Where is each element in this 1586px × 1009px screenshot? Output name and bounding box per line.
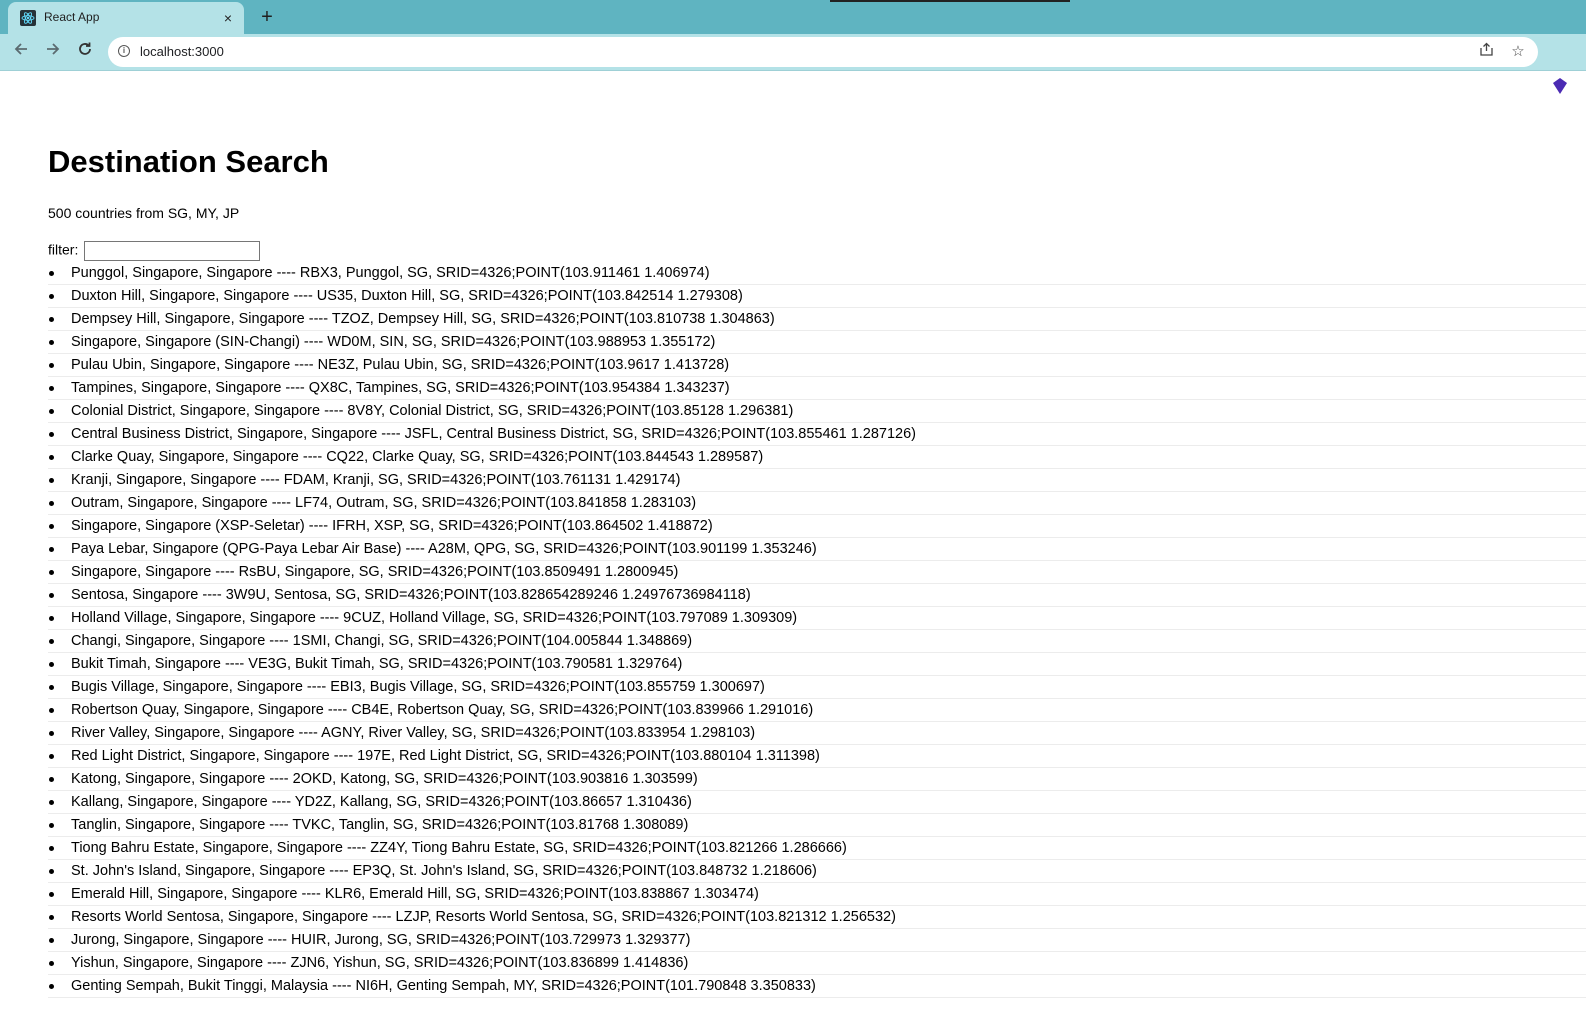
list-item: Pulau Ubin, Singapore, Singapore ---- NE…: [48, 354, 1586, 377]
list-item: Bugis Village, Singapore, Singapore ----…: [48, 676, 1586, 699]
list-item: Singapore, Singapore (SIN-Changi) ---- W…: [48, 331, 1586, 354]
browser-tab[interactable]: React App ×: [8, 2, 244, 34]
close-tab-icon[interactable]: ×: [220, 10, 236, 26]
filter-label: filter:: [48, 241, 79, 258]
reload-icon[interactable]: [74, 41, 96, 63]
list-item: Jurong, Singapore, Singapore ---- HUIR, …: [48, 929, 1586, 952]
list-item: Emerald Hill, Singapore, Singapore ---- …: [48, 883, 1586, 906]
list-item: Clarke Quay, Singapore, Singapore ---- C…: [48, 446, 1586, 469]
react-icon: [20, 10, 36, 26]
list-item: Genting Sempah, Bukit Tinggi, Malaysia -…: [48, 975, 1586, 998]
address-url[interactable]: localhost:3000: [140, 44, 224, 59]
list-item: Central Business District, Singapore, Si…: [48, 423, 1586, 446]
browser-tab-strip: React App × +: [0, 0, 1586, 34]
browser-toolbar: i localhost:3000 ☆: [0, 34, 1586, 94]
list-item: Singapore, Singapore (XSP-Seletar) ---- …: [48, 515, 1586, 538]
back-arrow-icon[interactable]: [10, 41, 32, 63]
list-item: Dempsey Hill, Singapore, Singapore ---- …: [48, 308, 1586, 331]
list-item: Katong, Singapore, Singapore ---- 2OKD, …: [48, 768, 1586, 791]
destination-list: Punggol, Singapore, Singapore ---- RBX3,…: [48, 262, 1586, 998]
list-item: Holland Village, Singapore, Singapore --…: [48, 607, 1586, 630]
extension-icon[interactable]: [1550, 76, 1570, 96]
filter-row: filter:: [48, 241, 261, 261]
list-item: Tiong Bahru Estate, Singapore, Singapore…: [48, 837, 1586, 860]
new-tab-button[interactable]: +: [256, 6, 278, 28]
filter-input[interactable]: [84, 241, 261, 261]
address-bar[interactable]: i localhost:3000 ☆: [108, 37, 1538, 67]
list-item: Red Light District, Singapore, Singapore…: [48, 745, 1586, 768]
list-item: Outram, Singapore, Singapore ---- LF74, …: [48, 492, 1586, 515]
list-item: Tampines, Singapore, Singapore ---- QX8C…: [48, 377, 1586, 400]
list-item: River Valley, Singapore, Singapore ---- …: [48, 722, 1586, 745]
list-item: Sentosa, Singapore ---- 3W9U, Sentosa, S…: [48, 584, 1586, 607]
site-info-icon[interactable]: i: [118, 45, 130, 57]
list-item: Tanglin, Singapore, Singapore ---- TVKC,…: [48, 814, 1586, 837]
bookmark-star-icon[interactable]: ☆: [1508, 42, 1528, 62]
list-item: Colonial District, Singapore, Singapore …: [48, 400, 1586, 423]
page-title: Destination Search: [48, 144, 329, 179]
list-item: Kallang, Singapore, Singapore ---- YD2Z,…: [48, 791, 1586, 814]
list-item: Resorts World Sentosa, Singapore, Singap…: [48, 906, 1586, 929]
forward-arrow-icon[interactable]: [42, 41, 64, 63]
list-item: Punggol, Singapore, Singapore ---- RBX3,…: [48, 262, 1586, 285]
tab-strip-accent-dark: [830, 0, 1070, 2]
list-item: Kranji, Singapore, Singapore ---- FDAM, …: [48, 469, 1586, 492]
list-item: Changi, Singapore, Singapore ---- 1SMI, …: [48, 630, 1586, 653]
list-item: Yishun, Singapore, Singapore ---- ZJN6, …: [48, 952, 1586, 975]
list-item: Bukit Timah, Singapore ---- VE3G, Bukit …: [48, 653, 1586, 676]
list-item: St. John's Island, Singapore, Singapore …: [48, 860, 1586, 883]
list-item: Robertson Quay, Singapore, Singapore ---…: [48, 699, 1586, 722]
list-item: Paya Lebar, Singapore (QPG-Paya Lebar Ai…: [48, 538, 1586, 561]
tab-title: React App: [44, 10, 100, 24]
list-item: Duxton Hill, Singapore, Singapore ---- U…: [48, 285, 1586, 308]
share-icon[interactable]: [1476, 42, 1496, 62]
list-item: Singapore, Singapore ---- RsBU, Singapor…: [48, 561, 1586, 584]
result-summary: 500 countries from SG, MY, JP: [48, 205, 240, 221]
